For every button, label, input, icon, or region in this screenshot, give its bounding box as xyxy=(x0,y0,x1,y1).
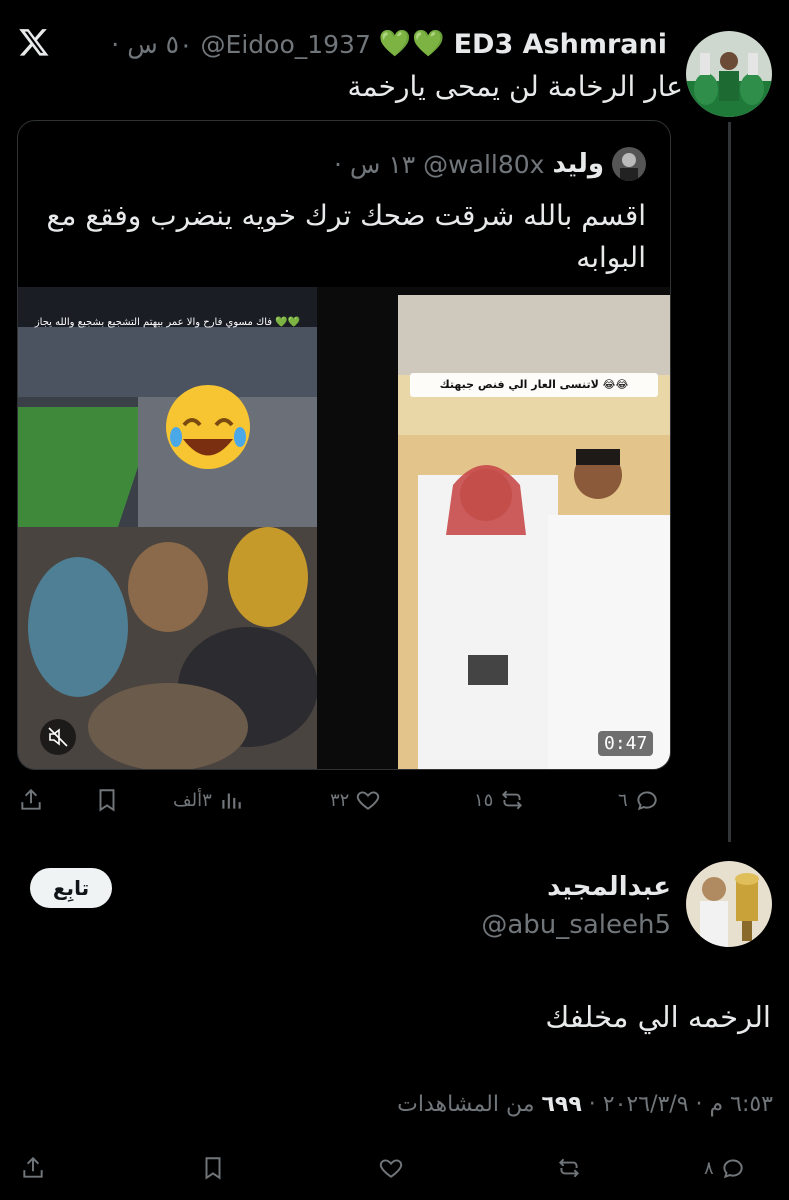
reply-count-bottom: ٨ xyxy=(704,1157,714,1179)
reply-timestamp[interactable]: ٦:٥٣ م · ٢٠٢٦/٣/٩ · xyxy=(589,1092,773,1117)
quoted-author-avatar[interactable] xyxy=(612,147,646,181)
reply-bubble-icon xyxy=(723,1159,743,1179)
muted-speaker-icon xyxy=(48,727,68,747)
reply-view-count: ٦٩٩ xyxy=(541,1092,582,1117)
bookmark-icon xyxy=(99,789,115,812)
video-overlay-caption-right: لاتنسى العار الي فنص جبهتك 😂😂 xyxy=(410,373,658,397)
share-icon xyxy=(21,788,41,810)
tweet-text: عار الرخامة لن يمحى يارخمة xyxy=(347,70,683,103)
repost-count: ١٥ xyxy=(474,789,494,811)
like-button-bottom[interactable] xyxy=(378,1148,404,1188)
bar-chart-icon xyxy=(222,793,241,809)
follow-button[interactable]: تابِع xyxy=(30,868,112,908)
like-count: ٣٢ xyxy=(330,789,350,811)
share-button-bottom[interactable] xyxy=(20,1148,46,1188)
like-button[interactable]: ٣٢ xyxy=(330,780,381,820)
x-logo-icon[interactable] xyxy=(18,26,50,58)
reply-views-label: من المشاهدات xyxy=(397,1092,535,1117)
video-overlay-caption: فاك مسوي فارح والا عمر بيهتم التشجيع بشج… xyxy=(34,317,301,328)
repost-icon xyxy=(502,790,523,810)
reply-button[interactable]: ٦ xyxy=(618,780,660,820)
reply-count: ٦ xyxy=(618,789,628,811)
reply-bubble-icon xyxy=(637,791,657,811)
heart-icon xyxy=(379,1159,403,1178)
author-handle[interactable]: @Eidoo_1937 xyxy=(201,30,371,59)
tweet-header: ED3 Ashmrani 💚💚 @Eidoo_1937 · ٥٠ س xyxy=(111,26,667,62)
video-frame-stadium xyxy=(18,287,317,769)
author-name[interactable]: ED3 Ashmrani xyxy=(454,29,667,60)
quoted-author-name[interactable]: وليد xyxy=(552,149,604,179)
tweet-action-bar: ٣ألف ٣٢ ١٥ ٦ xyxy=(18,780,670,820)
reply-text: الرخمه الي مخلفك xyxy=(545,1000,771,1034)
share-icon xyxy=(23,1156,43,1178)
quoted-tweet-text: اقسم بالله شرقت ضحك ترك خويه ينضرب وفقع … xyxy=(46,199,646,274)
quoted-tweet-time[interactable]: · ١٣ س xyxy=(334,150,415,179)
quoted-author-handle[interactable]: @wall80x xyxy=(423,150,544,179)
author-avatar[interactable] xyxy=(686,31,772,117)
bookmark-icon xyxy=(205,1157,221,1180)
repost-button-bottom[interactable] xyxy=(556,1148,582,1188)
video-player[interactable]: فاك مسوي فارح والا عمر بيهتم التشجيع بشج… xyxy=(18,287,670,769)
repost-icon xyxy=(558,1158,580,1178)
reply-author-handle[interactable]: @abu_saleeh5 xyxy=(481,910,671,940)
bookmark-button-bottom[interactable] xyxy=(200,1148,226,1188)
reply-author-avatar[interactable] xyxy=(686,861,772,947)
thread-line xyxy=(728,122,731,842)
video-duration: 0:47 xyxy=(598,731,654,756)
bookmark-button[interactable] xyxy=(94,780,120,820)
reply-action-bar: ٨ xyxy=(0,1148,789,1188)
views-count: ٣ألف xyxy=(173,789,212,811)
video-frame-interview xyxy=(398,295,670,769)
quoted-tweet-card[interactable]: وليد @wall80x · ١٣ س اقسم بالله شرقت ضحك… xyxy=(17,120,671,770)
reply-author-name[interactable]: عبدالمجيد xyxy=(547,872,671,902)
heart-icon xyxy=(357,791,380,810)
quoted-tweet-header: وليد @wall80x · ١٣ س xyxy=(334,147,646,181)
reply-button-bottom[interactable]: ٨ xyxy=(704,1148,746,1188)
tweet-time[interactable]: · ٥٠ س xyxy=(111,30,192,59)
reply-metadata: ٦:٥٣ م · ٢٠٢٦/٣/٩ · ٦٩٩ من المشاهدات xyxy=(397,1092,773,1117)
repost-button[interactable]: ١٥ xyxy=(474,780,525,820)
mute-button[interactable] xyxy=(40,719,76,755)
views-stat[interactable]: ٣ألف xyxy=(173,780,244,820)
green-heart-emoji: 💚💚 xyxy=(378,29,446,59)
share-button[interactable] xyxy=(18,780,44,820)
